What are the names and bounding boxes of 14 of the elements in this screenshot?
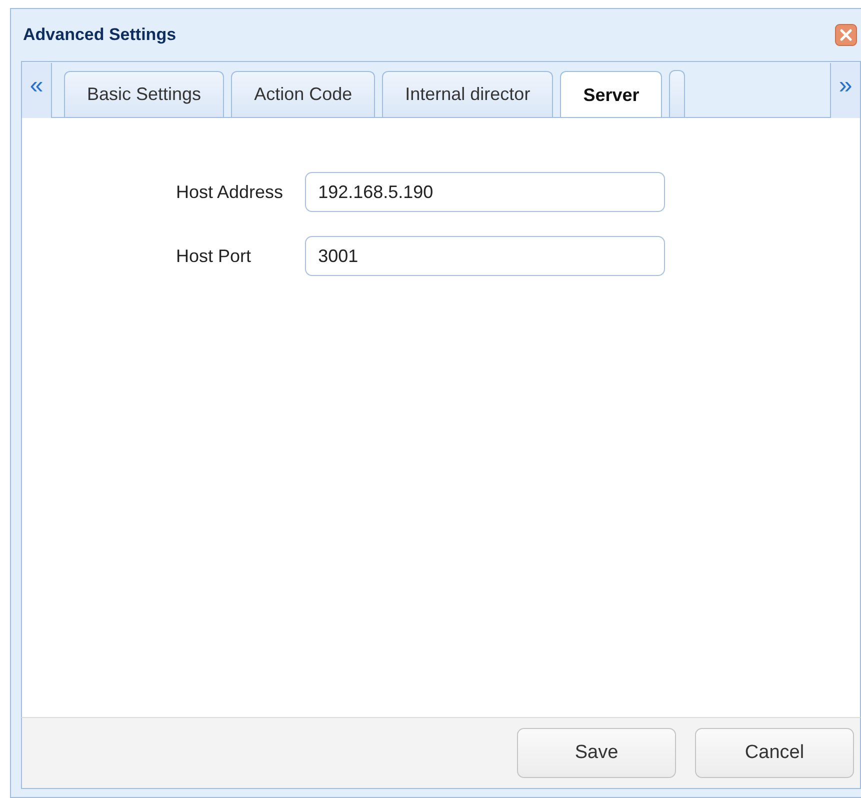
field-label: Host Address xyxy=(176,182,284,202)
input-field[interactable]: 192.168.5.190 xyxy=(305,172,666,212)
tab[interactable]: Internal director xyxy=(382,71,554,117)
tab-scroll-right-button[interactable]: » xyxy=(830,63,860,118)
tab-scroll-left-button[interactable]: « xyxy=(22,63,52,118)
field-label: Host Port xyxy=(176,246,252,266)
input-field[interactable]: 3001 xyxy=(305,236,666,276)
window-title: Advanced Settings xyxy=(23,25,176,45)
tab[interactable]: Basic Settings xyxy=(64,71,224,117)
close-icon[interactable] xyxy=(835,24,857,46)
cancel-button[interactable]: Cancel xyxy=(695,728,854,778)
tab[interactable]: Server xyxy=(560,71,662,117)
tab[interactable]: Action Code xyxy=(231,71,376,117)
save-button[interactable]: Save xyxy=(517,728,676,778)
